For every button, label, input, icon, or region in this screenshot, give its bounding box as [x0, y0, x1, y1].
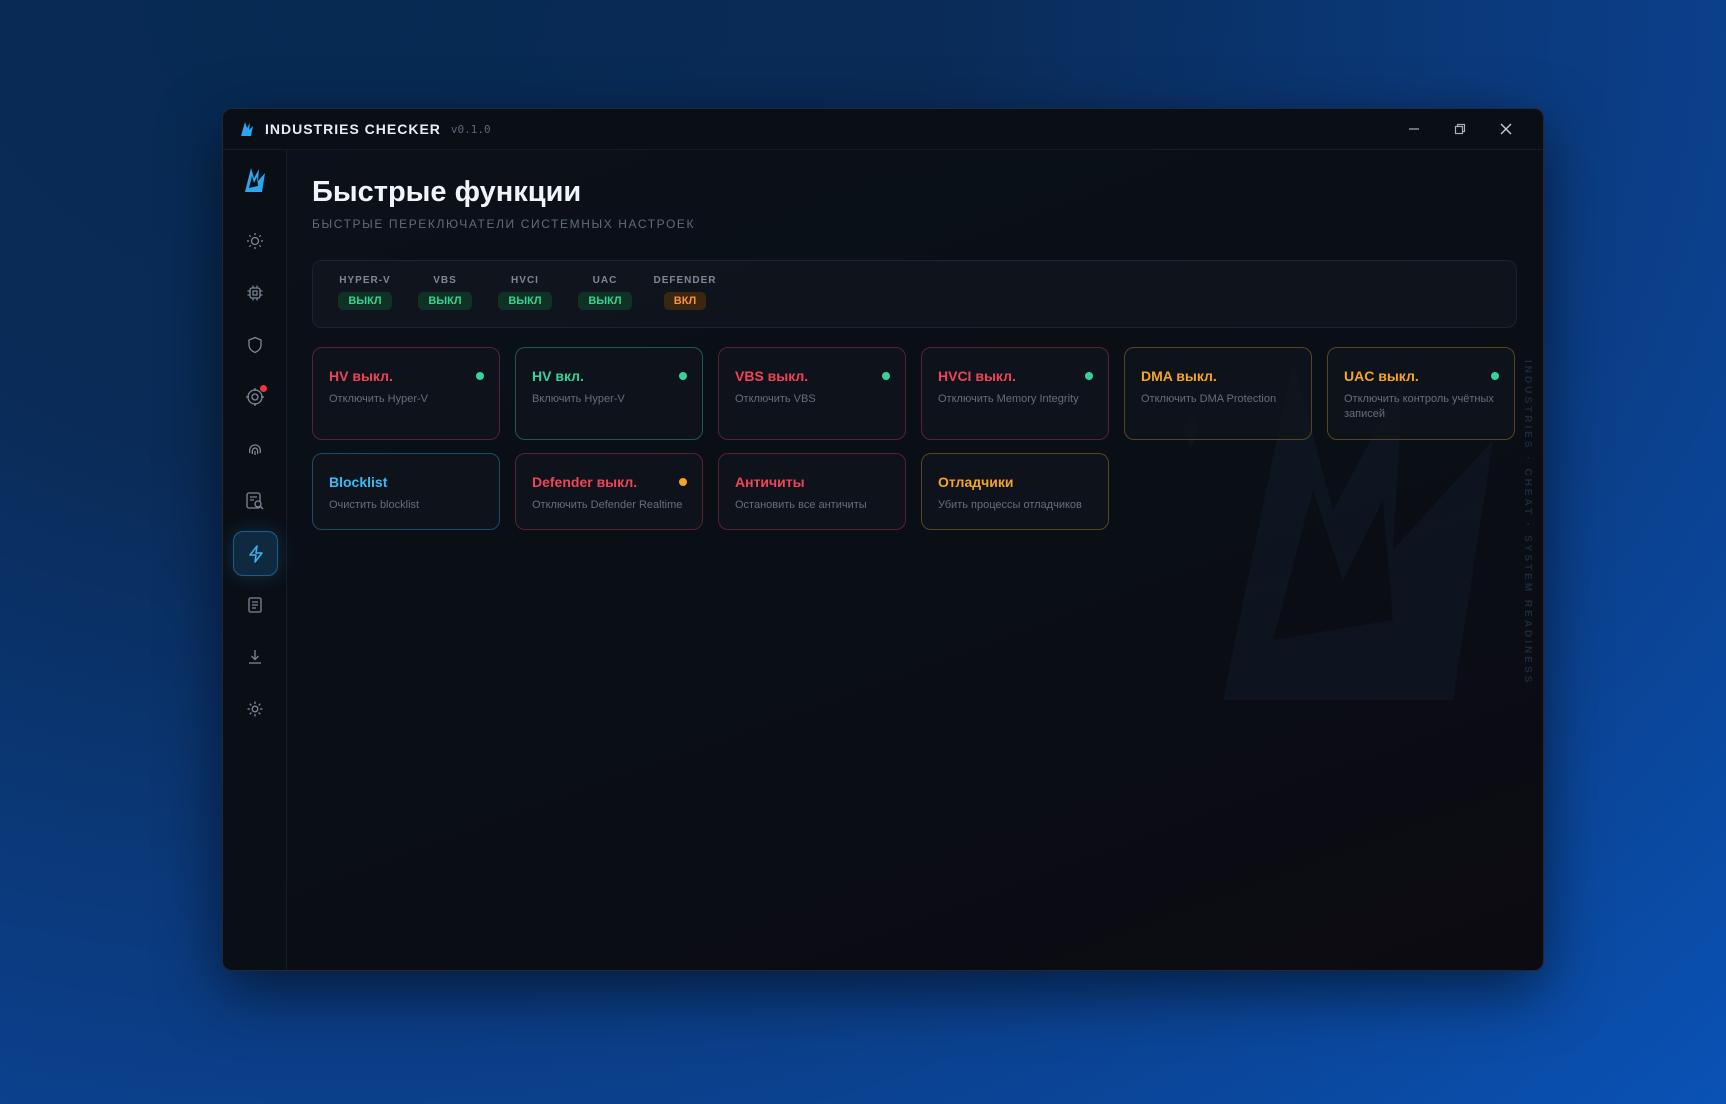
- notification-badge: [260, 385, 267, 392]
- card-defender-off[interactable]: Defender выкл. Отключить Defender Realti…: [515, 453, 703, 530]
- sidebar-item-logs[interactable]: [233, 583, 276, 626]
- app-title: INDUSTRIES CHECKER: [265, 121, 441, 137]
- app-version: v0.1.0: [450, 122, 491, 136]
- status-label: UAC: [592, 275, 618, 286]
- card-blocklist[interactable]: Blocklist Очистить blocklist: [312, 453, 500, 530]
- status-dot: [1491, 372, 1499, 380]
- status-badge: ВЫКЛ: [338, 292, 392, 310]
- sidebar-item-hardware[interactable]: [233, 271, 276, 314]
- page-subtitle: БЫСТРЫЕ ПЕРЕКЛЮЧАТЕЛИ СИСТЕМНЫХ НАСТРОЕК: [312, 217, 696, 231]
- flame-logo-icon: [239, 164, 271, 196]
- card-description: Отключить DMA Protection: [1141, 393, 1277, 405]
- main-content: INDUSTRIES · CHEAT · SYSTEM READINESS Бы…: [287, 150, 1543, 970]
- card-description: Включить Hyper-V: [532, 393, 625, 405]
- sidebar-item-settings[interactable]: [233, 687, 276, 730]
- status-hyperv: HYPER-V ВЫКЛ: [325, 275, 405, 310]
- sun-icon: [246, 232, 263, 249]
- card-title: Blocklist: [329, 474, 388, 490]
- close-icon[interactable]: [1483, 109, 1529, 149]
- card-description: Отключить Memory Integrity: [938, 393, 1079, 405]
- vertical-watermark-text: INDUSTRIES · CHEAT · SYSTEM READINESS: [1522, 360, 1533, 686]
- status-dot: [1085, 372, 1093, 380]
- sidebar-item-fingerprint[interactable]: [233, 427, 276, 470]
- status-label: VBS: [433, 275, 457, 286]
- card-hv-off[interactable]: HV выкл. Отключить Hyper-V: [312, 347, 500, 440]
- status-label: DEFENDER: [653, 275, 717, 286]
- settings-icon: [247, 701, 262, 716]
- flame-logo-icon: [237, 119, 257, 139]
- minimize-icon[interactable]: [1391, 109, 1437, 149]
- app-window: INDUSTRIES CHECKER v0.1.0 INDUSTRIES · C…: [222, 108, 1544, 971]
- card-description: Отключить Defender Realtime: [532, 499, 683, 511]
- card-description: Убить процессы отладчиков: [938, 499, 1082, 511]
- sidebar-item-security[interactable]: [233, 323, 276, 366]
- status-defender: DEFENDER ВКЛ: [645, 275, 725, 310]
- restore-icon[interactable]: [1437, 109, 1483, 149]
- status-uac: UAC ВЫКЛ: [565, 275, 645, 310]
- search-doc-icon: [245, 491, 263, 509]
- status-panel: HYPER-V ВЫКЛ VBS ВЫКЛ HVCI ВЫКЛ UAC ВЫКЛ…: [312, 260, 1517, 328]
- status-dot: [679, 478, 687, 486]
- status-dot: [882, 372, 890, 380]
- card-debuggers[interactable]: Отладчики Убить процессы отладчиков: [921, 453, 1109, 530]
- card-title: Отладчики: [938, 474, 1014, 490]
- page-title: Быстрые функции: [312, 176, 582, 208]
- status-badge: ВЫКЛ: [418, 292, 472, 310]
- status-label: HYPER-V: [339, 275, 391, 286]
- card-title: HVCI выкл.: [938, 368, 1016, 384]
- status-hvci: HVCI ВЫКЛ: [485, 275, 565, 310]
- status-badge: ВЫКЛ: [498, 292, 552, 310]
- card-vbs-off[interactable]: VBS выкл. Отключить VBS: [718, 347, 906, 440]
- card-hv-on[interactable]: HV вкл. Включить Hyper-V: [515, 347, 703, 440]
- card-title: UAC выкл.: [1344, 368, 1419, 384]
- card-title: DMA выкл.: [1141, 368, 1217, 384]
- status-badge: ВКЛ: [663, 292, 707, 310]
- document-icon: [247, 596, 262, 613]
- chip-icon: [247, 285, 262, 300]
- sidebar-item-quick-functions[interactable]: [233, 531, 278, 576]
- card-title: HV вкл.: [532, 368, 584, 384]
- sidebar-item-targets[interactable]: [233, 375, 276, 418]
- card-dma-off[interactable]: DMA выкл. Отключить DMA Protection: [1124, 347, 1312, 440]
- download-icon: [248, 649, 261, 664]
- card-title: VBS выкл.: [735, 368, 809, 384]
- status-dot: [679, 372, 687, 380]
- sidebar-item-downloads[interactable]: [233, 635, 276, 678]
- card-title: Античиты: [735, 474, 805, 490]
- status-dot: [476, 372, 484, 380]
- card-description: Отключить VBS: [735, 393, 816, 405]
- card-title: HV выкл.: [329, 368, 393, 384]
- fingerprint-icon: [248, 443, 261, 455]
- sidebar: [223, 150, 287, 970]
- status-vbs: VBS ВЫКЛ: [405, 275, 485, 310]
- card-description: Отключить контроль учётных записей: [1344, 393, 1494, 420]
- shield-icon: [247, 336, 262, 353]
- card-description: Остановить все античиты: [735, 499, 867, 511]
- lightning-icon: [248, 544, 263, 563]
- status-badge: ВЫКЛ: [578, 292, 632, 310]
- card-uac-off[interactable]: UAC выкл. Отключить контроль учётных зап…: [1327, 347, 1515, 440]
- card-description: Очистить blocklist: [329, 499, 420, 511]
- card-hvci-off[interactable]: HVCI выкл. Отключить Memory Integrity: [921, 347, 1109, 440]
- titlebar[interactable]: INDUSTRIES CHECKER v0.1.0: [223, 109, 1543, 150]
- status-label: HVCI: [511, 275, 539, 286]
- card-title: Defender выкл.: [532, 474, 638, 490]
- sidebar-item-overview[interactable]: [233, 219, 276, 262]
- card-anticheats[interactable]: Античиты Остановить все античиты: [718, 453, 906, 530]
- card-description: Отключить Hyper-V: [329, 393, 428, 405]
- sidebar-item-scan[interactable]: [233, 479, 276, 522]
